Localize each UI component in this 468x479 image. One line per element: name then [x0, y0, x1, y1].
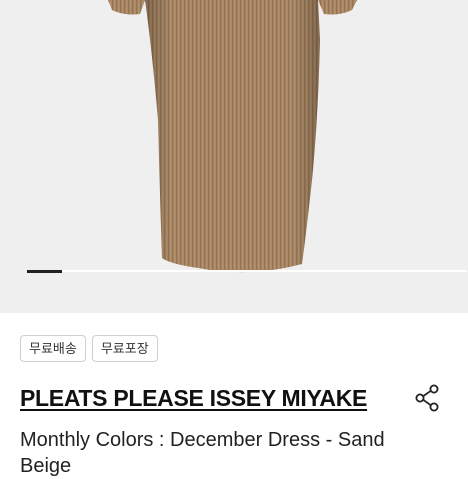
- product-image: [108, 0, 357, 273]
- brand-link[interactable]: PLEATS PLEASE ISSEY MIYAKE: [20, 385, 367, 412]
- product-image-gallery[interactable]: [0, 0, 468, 313]
- tag-free-shipping: 무료배송: [20, 335, 86, 362]
- gallery-pager: [27, 270, 467, 273]
- share-button[interactable]: [412, 383, 442, 413]
- tag-free-wrapping: 무료포장: [91, 335, 158, 362]
- share-icon: [415, 384, 439, 412]
- tag-list: 무료배송 무료포장: [20, 335, 158, 362]
- gallery-pager-active: [27, 270, 62, 273]
- product-title: Monthly Colors : December Dress - Sand B…: [20, 429, 385, 477]
